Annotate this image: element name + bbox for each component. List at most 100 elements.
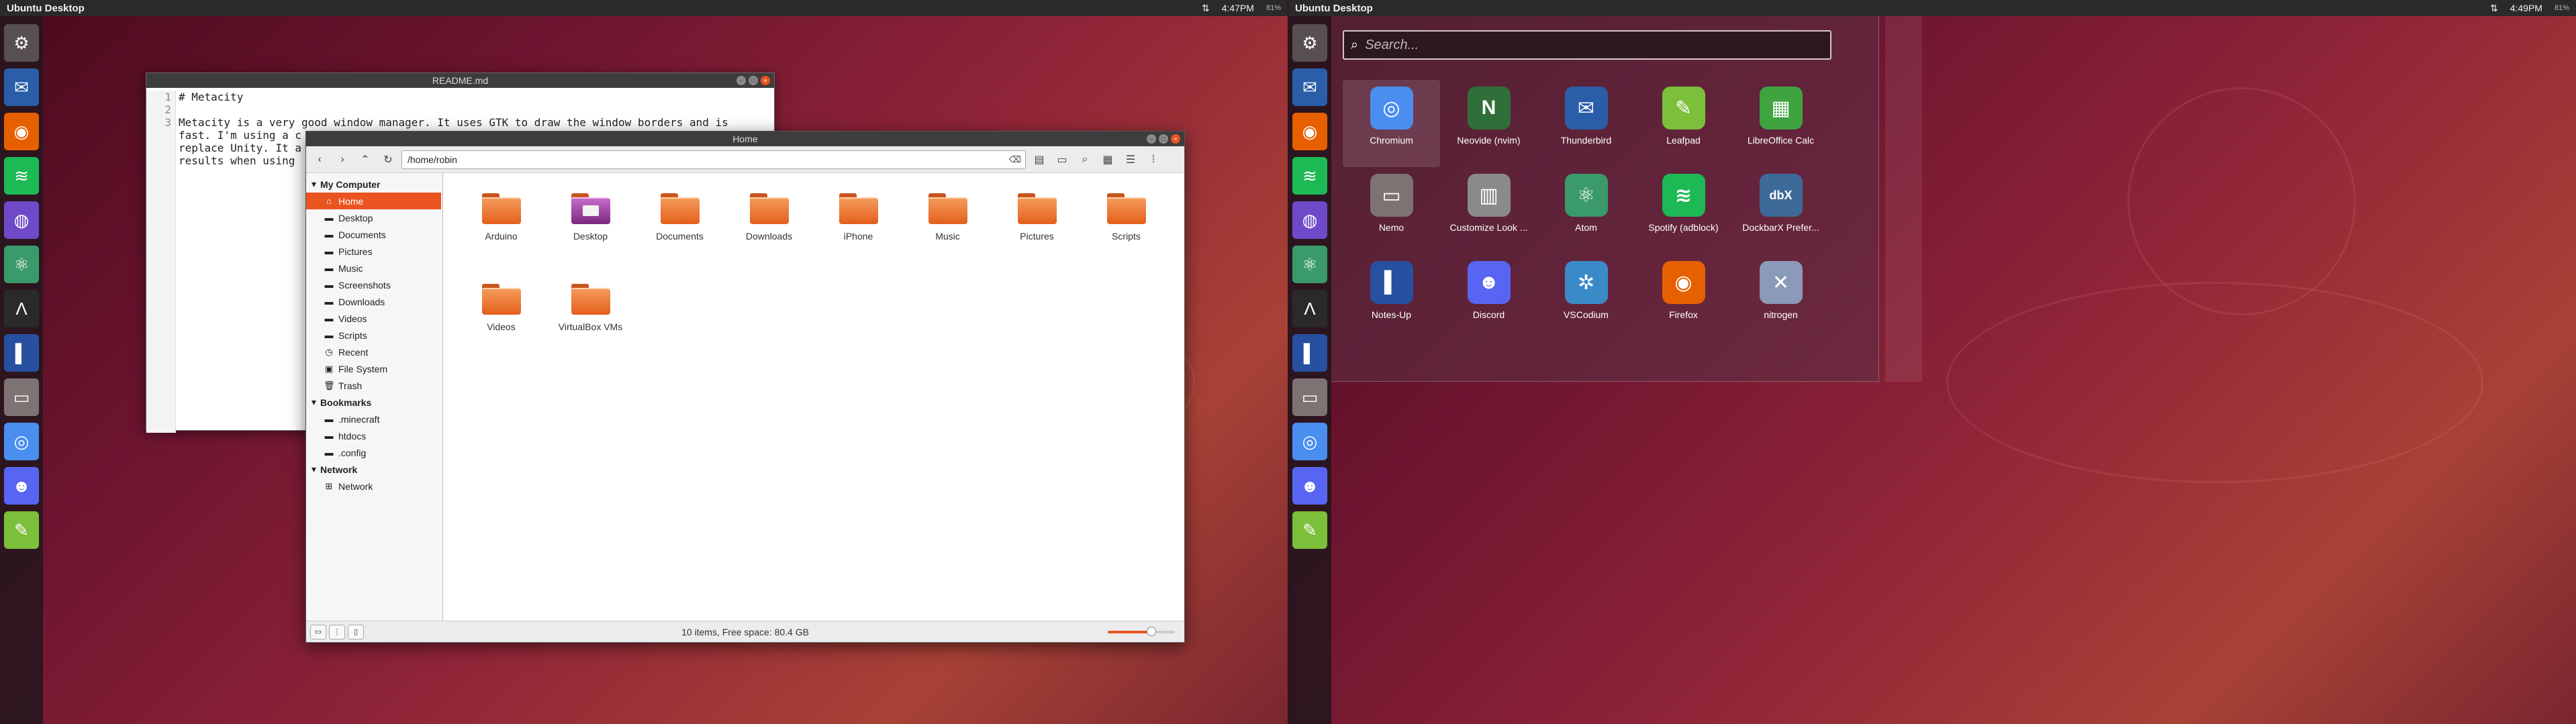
app-chromium[interactable]: ◎ Chromium xyxy=(1343,80,1440,167)
icon-view-icon[interactable]: ▦ xyxy=(1098,150,1117,169)
zoom-slider[interactable] xyxy=(1108,627,1175,636)
sidebar-item--config[interactable]: ▬ .config xyxy=(306,444,442,461)
spotify-icon[interactable]: ≋ xyxy=(1292,157,1327,195)
sidebar-item-desktop[interactable]: ▬ Desktop xyxy=(306,209,442,226)
thunderbird-icon[interactable]: ✉ xyxy=(4,68,39,106)
forward-icon[interactable]: › xyxy=(333,150,352,169)
search-input[interactable]: ⌕ Search... xyxy=(1343,30,1831,60)
file-manager-titlebar[interactable]: Home – □ × xyxy=(306,132,1184,146)
sidebar-item-screenshots[interactable]: ▬ Screenshots xyxy=(306,276,442,293)
compact-view-icon[interactable]: ⁞ xyxy=(1144,150,1163,169)
settings-icon[interactable]: ⚙ xyxy=(1292,24,1327,62)
network-icon[interactable]: ⇅ xyxy=(2490,3,2498,14)
sidebar-item-videos[interactable]: ▬ Videos xyxy=(306,310,442,327)
sidebar-item-home[interactable]: ⌂ Home xyxy=(306,193,441,209)
arduino-icon[interactable]: Λ xyxy=(4,290,39,327)
clock[interactable]: 4:47PM xyxy=(1222,3,1254,13)
app-thunderbird[interactable]: ✉ Thunderbird xyxy=(1537,80,1635,167)
app-vscodium[interactable]: ✲ VSCodium xyxy=(1537,254,1635,342)
battery-indicator[interactable]: 81% xyxy=(1266,4,1281,12)
up-icon[interactable]: ⌃ xyxy=(356,150,375,169)
file-item[interactable]: Music xyxy=(903,193,992,284)
sidebar-section-header[interactable]: ▾ Network xyxy=(306,461,442,478)
nemo-icon[interactable]: ▭ xyxy=(1292,378,1327,416)
app-nitrogen[interactable]: ✕ nitrogen xyxy=(1732,254,1829,342)
app-atom[interactable]: ⚛ Atom xyxy=(1537,167,1635,254)
file-manager-window[interactable]: Home – □ × ‹ › ⌃ ↻ /home/robin ⌫ ▤ ▭ ⌕ ▦… xyxy=(305,131,1185,643)
sidebar-item-music[interactable]: ▬ Music xyxy=(306,260,442,276)
sidebar-section-header[interactable]: ▾ Bookmarks xyxy=(306,394,442,411)
list-view-icon[interactable]: ☰ xyxy=(1121,150,1140,169)
app-firefox[interactable]: ◉ Firefox xyxy=(1635,254,1732,342)
sidebar-item--minecraft[interactable]: ▬ .minecraft xyxy=(306,411,442,427)
close-button[interactable]: × xyxy=(761,76,770,85)
zoom-handle[interactable] xyxy=(1147,627,1156,636)
app-libreoffice-calc[interactable]: ▦ LibreOffice Calc xyxy=(1732,80,1829,167)
spotify-icon[interactable]: ≋ xyxy=(4,157,39,195)
file-item[interactable]: Scripts xyxy=(1082,193,1171,284)
app-spotify-adblock[interactable]: ≋ Spotify (adblock) xyxy=(1635,167,1732,254)
leafpad-icon[interactable]: ✎ xyxy=(4,511,39,549)
app-nemo[interactable]: ▭ Nemo xyxy=(1343,167,1440,254)
maximize-button[interactable]: □ xyxy=(749,76,758,85)
github-icon[interactable]: ◍ xyxy=(1292,201,1327,239)
file-item[interactable]: Desktop xyxy=(546,193,635,284)
notes-icon[interactable]: ▌ xyxy=(1292,334,1327,372)
sidebar-item-file-system[interactable]: ▣ File System xyxy=(306,360,442,377)
chromium-icon[interactable]: ◎ xyxy=(1292,423,1327,460)
new-folder-icon[interactable]: ▭ xyxy=(1053,150,1071,169)
app-discord[interactable]: ☻ Discord xyxy=(1440,254,1537,342)
minimize-button[interactable]: – xyxy=(1147,134,1156,144)
chromium-icon[interactable]: ◎ xyxy=(4,423,39,460)
atom-icon[interactable]: ⚛ xyxy=(1292,246,1327,283)
thunderbird-icon[interactable]: ✉ xyxy=(1292,68,1327,106)
location-bar[interactable]: /home/robin ⌫ xyxy=(401,150,1026,169)
sidebar-item-trash[interactable]: 🗑 Trash xyxy=(306,377,442,394)
sidebar-item-pictures[interactable]: ▬ Pictures xyxy=(306,243,442,260)
sidebar-item-htdocs[interactable]: ▬ htdocs xyxy=(306,427,442,444)
search-icon[interactable]: ⌕ xyxy=(1076,150,1094,169)
editor-titlebar[interactable]: README.md – □ × xyxy=(146,73,774,88)
file-item[interactable]: Downloads xyxy=(724,193,814,284)
collapse-arrow-icon[interactable]: ▾ xyxy=(312,464,316,475)
settings-icon[interactable]: ⚙ xyxy=(4,24,39,62)
discord-icon[interactable]: ☻ xyxy=(4,467,39,505)
firefox-icon[interactable]: ◉ xyxy=(4,113,39,150)
github-icon[interactable]: ◍ xyxy=(4,201,39,239)
reload-icon[interactable]: ↻ xyxy=(379,150,397,169)
collapse-arrow-icon[interactable]: ▾ xyxy=(312,178,316,190)
nemo-icon[interactable]: ▭ xyxy=(4,378,39,416)
sidebar-item-recent[interactable]: ◷ Recent xyxy=(306,344,442,360)
sidebar-item-network[interactable]: ⊞ Network xyxy=(306,478,442,495)
close-button[interactable]: × xyxy=(1171,134,1180,144)
file-item[interactable]: Videos xyxy=(457,284,546,374)
file-item[interactable]: Documents xyxy=(635,193,724,284)
arduino-icon[interactable]: Λ xyxy=(1292,290,1327,327)
maximize-button[interactable]: □ xyxy=(1159,134,1168,144)
app-neovide-nvim[interactable]: N Neovide (nvim) xyxy=(1440,80,1537,167)
minimize-button[interactable]: – xyxy=(736,76,746,85)
app-customize-look[interactable]: ▥ Customize Look ... xyxy=(1440,167,1537,254)
app-notes-up[interactable]: ▌ Notes-Up xyxy=(1343,254,1440,342)
app-leafpad[interactable]: ✎ Leafpad xyxy=(1635,80,1732,167)
sidebar-section-header[interactable]: ▾ My Computer xyxy=(306,176,442,193)
battery-indicator[interactable]: 81% xyxy=(2555,4,2569,12)
network-icon[interactable]: ⇅ xyxy=(1202,3,1210,14)
app-dockbarx-prefer[interactable]: dbX DockbarX Prefer... xyxy=(1732,167,1829,254)
sidebar-hide-icon[interactable]: ▯ xyxy=(348,624,364,639)
notes-icon[interactable]: ▌ xyxy=(4,334,39,372)
back-icon[interactable]: ‹ xyxy=(310,150,329,169)
clock[interactable]: 4:49PM xyxy=(2510,3,2542,13)
tree-toggle-icon[interactable]: ⋮ xyxy=(329,624,345,639)
sidebar-item-downloads[interactable]: ▬ Downloads xyxy=(306,293,442,310)
collapse-arrow-icon[interactable]: ▾ xyxy=(312,397,316,408)
clear-location-icon[interactable]: ⌫ xyxy=(1009,154,1021,165)
file-item[interactable]: VirtualBox VMs xyxy=(546,284,635,374)
discord-icon[interactable]: ☻ xyxy=(1292,467,1327,505)
file-item[interactable]: Arduino xyxy=(457,193,546,284)
atom-icon[interactable]: ⚛ xyxy=(4,246,39,283)
sidebar-item-documents[interactable]: ▬ Documents xyxy=(306,226,442,243)
file-item[interactable]: iPhone xyxy=(814,193,903,284)
places-toggle-icon[interactable]: ▭ xyxy=(310,624,326,639)
sidebar-item-scripts[interactable]: ▬ Scripts xyxy=(306,327,442,344)
